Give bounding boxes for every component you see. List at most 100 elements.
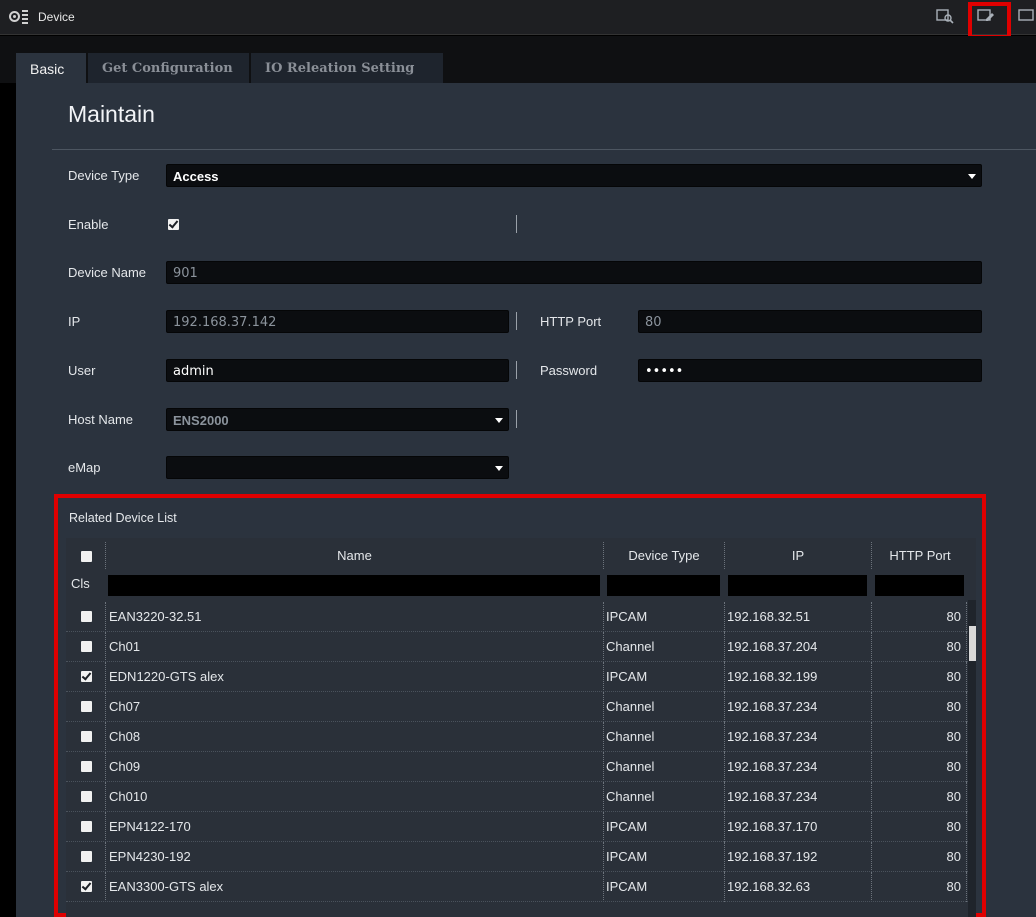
column-separator [603,662,604,692]
cell-name: EPN4230-192 [109,849,191,864]
table-row[interactable]: Ch08 Channel 192.168.37.234 80 [66,722,968,752]
cell-name: EAN3300-GTS alex [109,879,224,894]
row-checkbox[interactable] [81,611,92,622]
chevron-down-icon [968,174,976,179]
tab-strip: Basic Get Configuration IO Releation Set… [0,36,1036,83]
row-checkbox[interactable] [81,791,92,802]
column-separator [724,602,725,632]
tab-get-configuration[interactable]: Get Configuration [88,53,249,83]
column-separator [724,782,725,812]
row-checkbox[interactable] [81,761,92,772]
cell-http-port: 80 [946,639,961,654]
app-logo-icon [9,10,29,24]
column-separator [966,872,967,902]
tab-basic[interactable]: Basic [16,53,86,83]
ip-field[interactable]: 192.168.37.142 [166,310,509,333]
column-separator [966,602,967,632]
enable-label: Enable [68,217,109,232]
cell-device-type: Channel [606,639,655,654]
column-separator [105,842,106,872]
column-header-device-type[interactable]: Device Type [604,543,724,568]
host-name-select[interactable]: ENS2000 [166,408,509,431]
column-separator [603,632,604,662]
cell-device-type: IPCAM [606,849,648,864]
cell-ip: 192.168.37.192 [727,849,818,864]
row-checkbox[interactable] [81,851,92,862]
filter-ip-input[interactable] [728,575,867,596]
column-separator [724,872,725,902]
table-row[interactable]: EPN4230-192 IPCAM 192.168.37.192 80 [66,842,968,872]
column-header-name[interactable]: Name [106,543,603,568]
device-name-label: Device Name [68,265,147,280]
cell-name: Ch01 [109,639,141,654]
cell-device-type: IPCAM [606,819,648,834]
table-row[interactable]: Ch07 Channel 192.168.37.234 80 [66,692,968,722]
device-type-select[interactable]: Access [166,164,982,187]
filter-http-port-input[interactable] [875,575,964,596]
search-window-icon[interactable] [936,8,958,26]
row-checkbox[interactable] [81,641,92,652]
cell-ip: 192.168.37.204 [727,639,818,654]
user-label: User [68,363,96,378]
column-header-http-port[interactable]: HTTP Port [872,543,968,568]
column-separator [105,752,106,782]
divider [52,149,1036,150]
row-checkbox[interactable] [81,821,92,832]
cell-name: EDN1220-GTS alex [109,669,224,684]
table-row[interactable]: Ch01 Channel 192.168.37.204 80 [66,632,968,662]
password-field[interactable]: ••••• [638,359,982,382]
column-separator [871,842,872,872]
row-checkbox[interactable] [81,701,92,712]
separator [516,361,517,379]
column-separator [105,632,106,662]
tab-io-releation-setting[interactable]: IO Releation Setting [251,53,443,83]
column-header-ip[interactable]: IP [725,543,871,568]
column-separator [724,812,725,842]
column-separator [966,782,967,812]
http-port-field[interactable]: 80 [638,310,982,333]
host-name-value: ENS2000 [173,413,229,428]
cell-name: EAN3220-32.51 [109,609,202,624]
column-separator [603,842,604,872]
column-separator [871,692,872,722]
scrollbar-thumb[interactable] [969,626,976,661]
table-row[interactable]: EAN3220-32.51 IPCAM 192.168.32.51 80 [66,602,968,632]
column-separator [966,812,967,842]
cell-name: Ch010 [109,789,148,804]
cell-device-type: IPCAM [606,879,648,894]
select-all-checkbox[interactable] [81,551,92,562]
column-separator [105,662,106,692]
cell-name: Ch09 [109,759,141,774]
cell-device-type: IPCAM [606,609,648,624]
row-checkbox[interactable] [81,731,92,742]
cell-device-type: IPCAM [606,669,648,684]
table-row[interactable]: Ch09 Channel 192.168.37.234 80 [66,752,968,782]
cell-device-type: Channel [606,699,655,714]
window-icon[interactable] [1018,8,1036,26]
cell-http-port: 80 [946,609,961,624]
emap-label: eMap [68,460,101,475]
chevron-down-icon [495,466,503,471]
cell-http-port: 80 [946,669,961,684]
filter-name-input[interactable] [108,575,600,596]
edit-window-icon[interactable] [977,8,999,26]
user-field[interactable]: admin [166,359,509,382]
separator [516,215,517,233]
row-checkbox[interactable] [81,671,92,682]
clear-filter-button[interactable]: Cls [71,576,90,591]
column-separator [871,782,872,812]
password-label: Password [540,363,598,378]
separator [516,410,517,428]
emap-select[interactable] [166,456,509,479]
table-row[interactable]: EDN1220-GTS alex IPCAM 192.168.32.199 80 [66,662,968,692]
cell-ip: 192.168.37.234 [727,729,818,744]
table-row[interactable]: Ch010 Channel 192.168.37.234 80 [66,782,968,812]
column-separator [105,782,106,812]
table-row[interactable]: EAN3300-GTS alex IPCAM 192.168.32.63 80 [66,872,968,902]
column-separator [603,752,604,782]
filter-device-type-input[interactable] [607,575,720,596]
row-checkbox[interactable] [81,881,92,892]
device-name-field[interactable]: 901 [166,261,982,284]
enable-checkbox[interactable] [168,219,179,230]
table-row[interactable]: EPN4122-170 IPCAM 192.168.37.170 80 [66,812,968,842]
